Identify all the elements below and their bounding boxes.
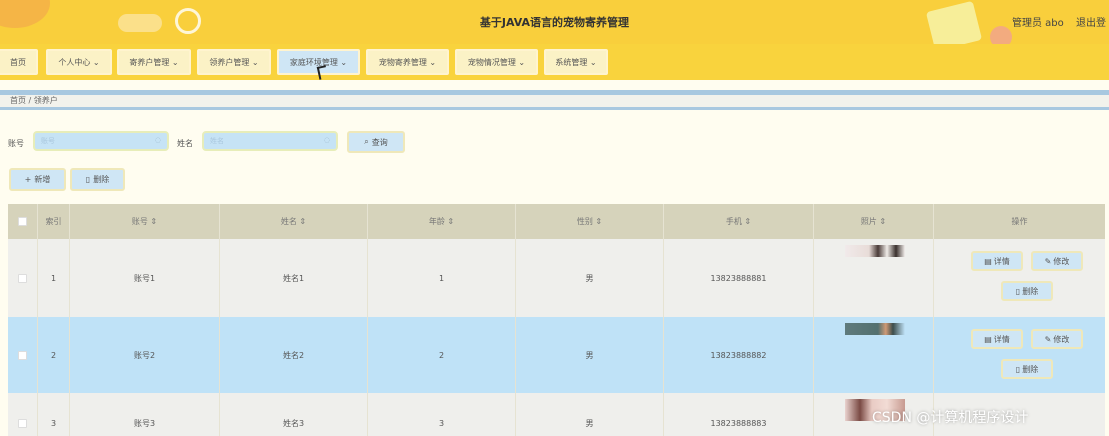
- edit-button[interactable]: ✎ 修改: [1031, 329, 1083, 349]
- delete-button[interactable]: ▯ 删除: [1001, 359, 1053, 379]
- cell-name: 姓名1: [220, 239, 368, 317]
- edit-button[interactable]: ✎ 修改: [1031, 251, 1083, 271]
- avatar-photo: [845, 323, 905, 335]
- detail-button-label: 详情: [993, 334, 1010, 344]
- clear-icon: ◌: [323, 136, 330, 144]
- cell-phone: 13823888882: [664, 317, 814, 393]
- detail-button[interactable]: ▤ 详情: [971, 329, 1023, 349]
- row-checkbox[interactable]: [18, 273, 27, 283]
- table-row: 1 账号1 姓名1 1 男 13823888881 ▤ 详情 ✎ 修改 ▯ 删除: [8, 239, 1105, 317]
- edit-button-label: 修改: [1053, 334, 1070, 344]
- select-all-cell: [8, 204, 38, 239]
- chevron-down-icon: ◌: [154, 136, 161, 144]
- document-icon: ▤: [984, 334, 992, 344]
- search-icon: ⌕: [364, 137, 369, 146]
- cell-account: 账号2: [70, 317, 220, 393]
- cell-index: 2: [38, 317, 70, 393]
- cell-name: 姓名3: [220, 393, 368, 436]
- cell-age: 2: [368, 317, 516, 393]
- header-account[interactable]: 账号 ⇕: [70, 204, 220, 239]
- breadcrumb: 首页 / 领养户: [0, 95, 1109, 107]
- page-title: 基于JAVA语言的宠物寄养管理: [479, 16, 630, 29]
- header-age[interactable]: 年龄 ⇕: [368, 204, 516, 239]
- edit-button-label: 修改: [1053, 256, 1070, 266]
- delete-button-label: 删除: [1022, 364, 1039, 374]
- detail-button[interactable]: ▤ 详情: [971, 251, 1023, 271]
- csdn-watermark: CSDN @计算机程序设计: [872, 410, 1029, 426]
- pencil-icon: ✎: [1044, 256, 1052, 266]
- nav-item-pet-status[interactable]: 宠物情况管理 ⌄: [455, 49, 538, 75]
- nav-item-home[interactable]: 首页: [0, 49, 38, 75]
- row-select-cell: [8, 317, 38, 393]
- name-label: 姓名: [177, 139, 193, 148]
- plus-icon: +: [24, 175, 32, 184]
- header-name[interactable]: 姓名 ⇕: [220, 204, 368, 239]
- admin-username: 管理员 abo: [1012, 18, 1064, 29]
- document-icon: ▤: [984, 256, 992, 266]
- nav-item-foster-users[interactable]: 寄养户管理 ⌄: [117, 49, 191, 75]
- main-nav: 首页 个人中心 ⌄ 寄养户管理 ⌄ 领养户管理 ⌄ 家庭环境管理 ⌄ 宠物寄养管…: [0, 44, 1109, 80]
- cell-name: 姓名2: [220, 317, 368, 393]
- header-gender[interactable]: 性别 ⇕: [516, 204, 664, 239]
- name-placeholder: 姓名: [210, 137, 224, 145]
- account-placeholder: 账号: [41, 137, 55, 145]
- nav-item-system[interactable]: 系统管理 ⌄: [544, 49, 608, 75]
- pencil-icon: ✎: [1044, 334, 1052, 344]
- query-button-label: 查询: [371, 137, 388, 147]
- account-label: 账号: [8, 139, 24, 148]
- cell-account: 账号1: [70, 239, 220, 317]
- row-select-cell: [8, 393, 38, 436]
- header-index: 索引: [38, 204, 70, 239]
- add-button[interactable]: + 新增: [9, 168, 66, 191]
- trash-icon: ▯: [85, 175, 91, 184]
- delete-button-label: 删除: [1022, 286, 1039, 296]
- delete-button-label: 删除: [93, 175, 110, 184]
- header-photo[interactable]: 照片 ⇕: [814, 204, 934, 239]
- table-row: 2 账号2 姓名2 2 男 13823888882 ▤ 详情 ✎ 修改 ▯ 删除: [8, 317, 1105, 393]
- app-header: 基于JAVA语言的宠物寄养管理 管理员 abo 退出登: [0, 0, 1109, 44]
- logout-link[interactable]: 退出登: [1076, 14, 1106, 29]
- account-search-input[interactable]: 账号 ◌: [33, 131, 169, 151]
- nav-item-personal-center[interactable]: 个人中心 ⌄: [46, 49, 112, 75]
- row-checkbox[interactable]: [18, 418, 27, 428]
- nav-item-adopter-users[interactable]: 领养户管理 ⌄: [197, 49, 271, 75]
- nav-item-pet-foster[interactable]: 宠物寄养管理 ⌄: [366, 49, 449, 75]
- cell-gender: 男: [516, 239, 664, 317]
- row-checkbox[interactable]: [18, 350, 27, 360]
- add-button-label: 新增: [34, 175, 51, 184]
- query-button[interactable]: ⌕ 查询: [347, 131, 405, 153]
- avatar-photo: [845, 245, 905, 257]
- cell-phone: 13823888883: [664, 393, 814, 436]
- cell-gender: 男: [516, 393, 664, 436]
- detail-button-label: 详情: [993, 256, 1010, 266]
- cell-index: 1: [38, 239, 70, 317]
- row-select-cell: [8, 239, 38, 317]
- name-search-input[interactable]: 姓名 ◌: [202, 131, 338, 151]
- delete-button[interactable]: ▯ 删除: [1001, 281, 1053, 301]
- select-all-checkbox[interactable]: [18, 217, 27, 226]
- table-header: 索引 账号 ⇕ 姓名 ⇕ 年龄 ⇕ 性别 ⇕ 手机 ⇕ 照片 ⇕ 操作: [8, 204, 1105, 239]
- cell-index: 3: [38, 393, 70, 436]
- header-phone[interactable]: 手机 ⇕: [664, 204, 814, 239]
- batch-delete-button[interactable]: ▯ 删除: [70, 168, 125, 191]
- cell-age: 3: [368, 393, 516, 436]
- cell-gender: 男: [516, 317, 664, 393]
- cell-age: 1: [368, 239, 516, 317]
- cell-account: 账号3: [70, 393, 220, 436]
- trash-icon: ▯: [1015, 364, 1021, 374]
- header-operations: 操作: [1011, 217, 1028, 226]
- cell-phone: 13823888881: [664, 239, 814, 317]
- breadcrumb-divider: [0, 107, 1109, 110]
- trash-icon: ▯: [1015, 286, 1021, 296]
